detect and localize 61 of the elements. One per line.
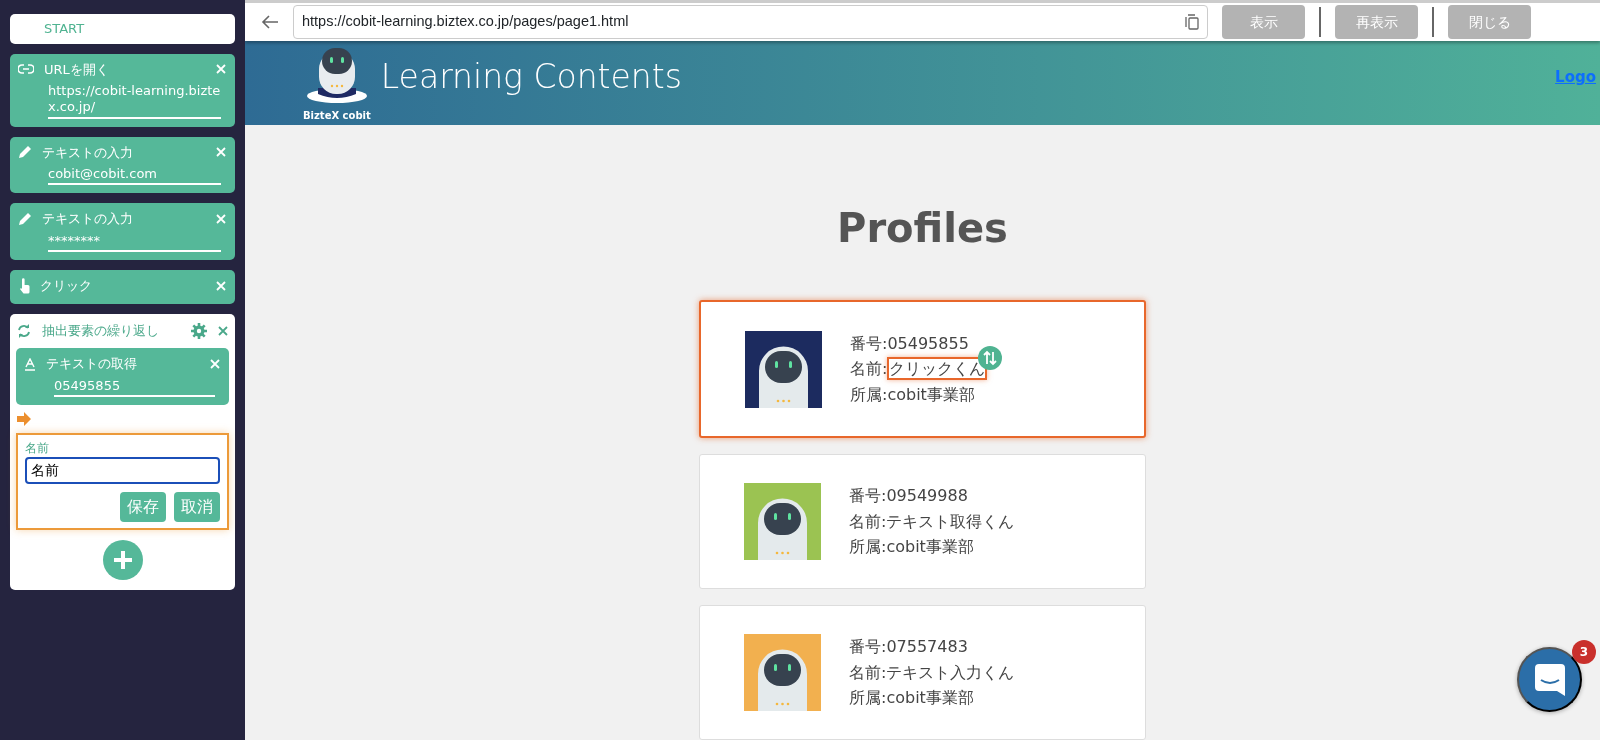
toolbar-button[interactable]: 再表示 — [1335, 5, 1418, 40]
back-arrow-icon[interactable] — [261, 15, 279, 30]
refresh-icon — [16, 322, 32, 339]
step-value: cobit@cobit.com — [48, 166, 221, 186]
notification-badge: 3 — [1572, 640, 1596, 664]
action-card[interactable]: テキストの取得 05495855 — [16, 348, 229, 405]
page-heading: Profiles — [836, 204, 1009, 253]
chat-button[interactable] — [1517, 647, 1582, 712]
add-step-button[interactable] — [102, 540, 143, 580]
pencil-icon — [18, 145, 32, 160]
step-title: テキストの入力 — [42, 143, 134, 162]
step-value: https://cobit-learning.biztex.co.jp/ — [48, 83, 221, 119]
profile-name: テキスト入力くん — [886, 661, 1015, 684]
text-letter-icon — [24, 357, 36, 371]
toolbar-button[interactable]: 表示 — [1222, 5, 1305, 40]
name-label: 名前: — [849, 662, 887, 682]
url-text: https://cobit-learning.biztex.co.jp/pages/page1.html — [302, 12, 630, 32]
profile-department: 所属:cobit事業部 — [850, 383, 976, 406]
profile-name: テキスト取得くん — [886, 510, 1015, 533]
plus-icon — [112, 550, 133, 570]
profile-number: 番号:09549988 — [849, 485, 969, 508]
action-card[interactable]: クリック — [10, 270, 235, 304]
profile-department: 所属:cobit事業部 — [849, 536, 975, 559]
close-icon[interactable] — [215, 279, 227, 292]
action-card[interactable]: テキストの入力 ******** — [10, 203, 235, 260]
pointing-hand-icon — [18, 277, 30, 294]
close-icon[interactable] — [215, 146, 227, 159]
step-title: クリック — [40, 277, 93, 295]
brand-name: BizteX cobit — [303, 108, 371, 123]
copy-icon[interactable] — [1185, 14, 1199, 31]
save-button[interactable]: 保存 — [120, 492, 166, 522]
arrow-right-icon — [16, 412, 32, 426]
close-icon[interactable] — [215, 213, 227, 225]
loop-title: 抽出要素の繰り返し — [42, 321, 160, 340]
close-icon[interactable] — [209, 358, 221, 370]
step-title: テキストの取得 — [46, 355, 138, 374]
step-value: ******** — [48, 232, 221, 252]
step-value: 05495855 — [54, 377, 215, 397]
field-label: 名前 — [25, 440, 50, 457]
chat-bubble-icon — [1534, 663, 1565, 696]
name-label: 名前: — [850, 359, 888, 379]
site-title: Learning Contents — [380, 56, 683, 99]
step-title: テキストの入力 — [42, 210, 134, 229]
action-card[interactable]: URLを開く https://cobit-learning.biztex.co.jp/ — [10, 53, 235, 127]
profile-department: 所属:cobit事業部 — [849, 687, 975, 710]
cancel-button[interactable]: 取消 — [174, 492, 220, 522]
toolbar-button[interactable]: 閉じる — [1448, 5, 1531, 40]
start-node: START — [10, 14, 235, 44]
url-field[interactable]: https://cobit-learning.biztex.co.jp/pages/page1.html — [293, 5, 1208, 40]
profile-number: 番号:07557483 — [849, 636, 969, 659]
step-title: URLを開く — [44, 60, 110, 79]
settings-icon[interactable] — [191, 322, 207, 339]
link-icon — [18, 64, 34, 75]
close-icon[interactable] — [217, 324, 229, 337]
name-input-field[interactable]: 名前 — [25, 457, 220, 484]
name-label: 名前: — [849, 511, 887, 531]
nav-link[interactable]: Logo — [1555, 65, 1600, 101]
action-card[interactable]: テキストの入力 cobit@cobit.com — [10, 136, 235, 194]
pencil-icon — [18, 212, 32, 226]
close-icon[interactable] — [215, 63, 227, 76]
profile-number: 番号:05495855 — [850, 332, 970, 355]
